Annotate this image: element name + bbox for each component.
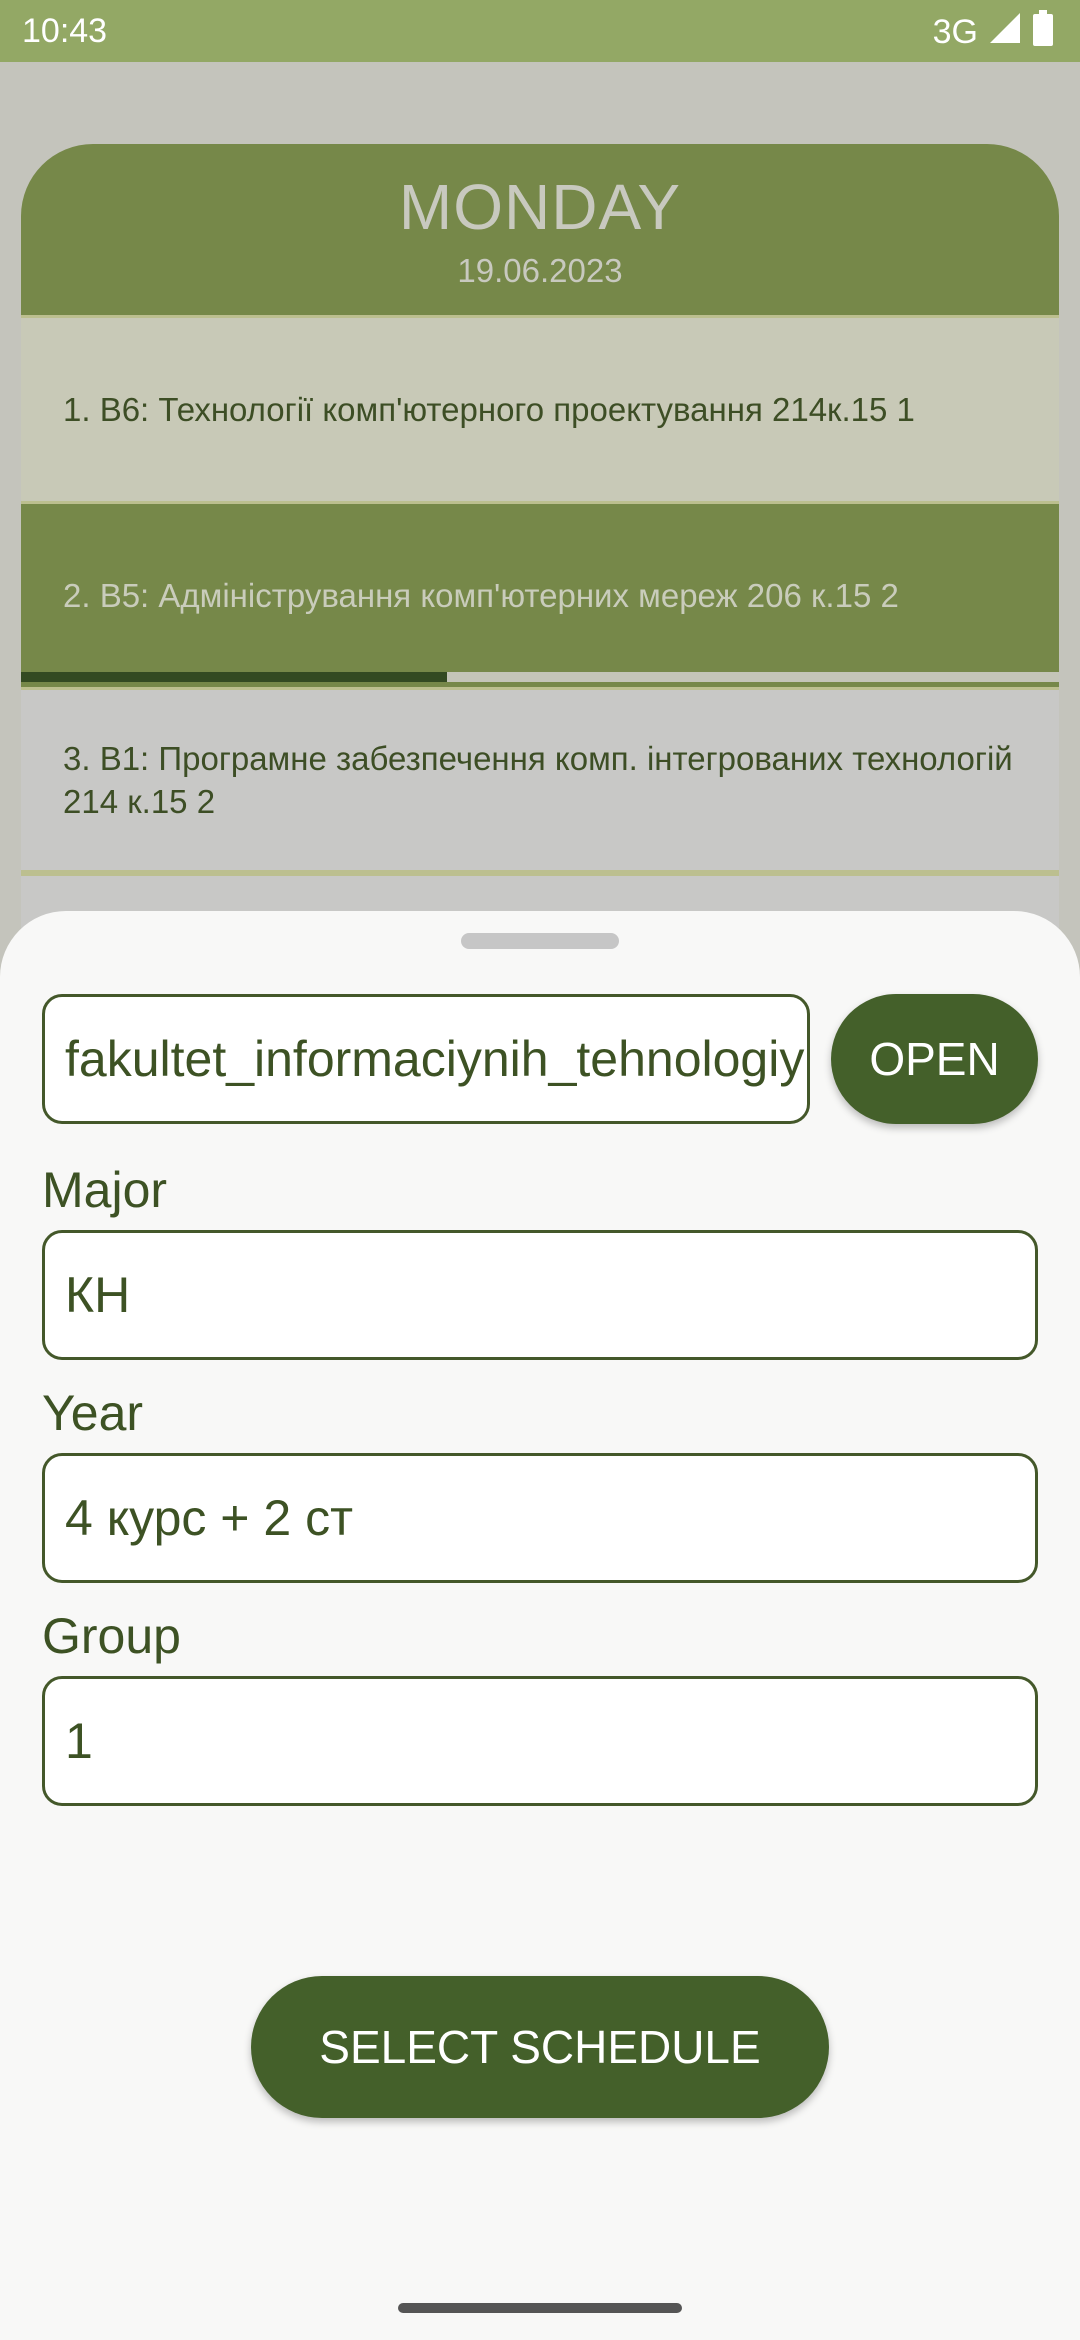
faculty-value: fakultet_informaciynih_tehnologiy — [65, 1031, 805, 1087]
status-icons: 3G — [933, 10, 1054, 55]
lesson-text: 1. В6: Технології комп'ютерного проектув… — [63, 391, 915, 428]
lesson-text: 3. В1: Програмне забезпечення комп. інте… — [63, 740, 1013, 820]
day-date: 19.06.2023 — [457, 252, 623, 289]
lesson-text: 2. В5: Адміністрування комп'ютерних мере… — [63, 577, 899, 614]
home-indicator[interactable] — [398, 2303, 682, 2313]
day-title: MONDAY — [398, 171, 682, 243]
year-label: Year — [42, 1385, 144, 1441]
lesson-item-current[interactable]: 2. В5: Адміністрування комп'ютерних мере… — [21, 501, 1059, 687]
year-input[interactable]: 4 курс + 2 ст — [42, 1453, 1038, 1583]
group-label: Group — [42, 1608, 181, 1664]
lesson-item[interactable]: 1. В6: Технології комп'ютерного проектув… — [21, 315, 1059, 501]
status-bar: 10:43 3G — [0, 0, 1080, 62]
lesson-item[interactable]: 3. В1: Програмне забезпечення комп. інте… — [21, 687, 1059, 873]
drag-handle[interactable] — [461, 933, 619, 949]
faculty-input[interactable]: fakultet_informaciynih_tehnologiy — [42, 994, 810, 1124]
lesson-progress-fill — [21, 672, 447, 682]
group-input[interactable]: 1 — [42, 1676, 1038, 1806]
battery-icon — [1032, 10, 1054, 55]
year-value: 4 курс + 2 ст — [65, 1490, 353, 1546]
bottom-sheet: fakultet_informaciynih_tehnologiy OPEN M… — [0, 911, 1080, 2340]
major-label: Major — [42, 1162, 168, 1218]
open-button[interactable]: OPEN — [831, 994, 1038, 1124]
select-schedule-button[interactable]: SELECT SCHEDULE — [251, 1976, 829, 2118]
status-time: 10:43 — [22, 12, 108, 50]
signal-icon — [988, 11, 1022, 54]
group-value: 1 — [65, 1713, 93, 1769]
major-input[interactable]: КН — [42, 1230, 1038, 1360]
day-header: MONDAY 19.06.2023 — [21, 144, 1059, 315]
network-type: 3G — [932, 13, 978, 51]
major-value: КН — [65, 1267, 131, 1323]
lesson-progress-bar — [21, 672, 1059, 682]
